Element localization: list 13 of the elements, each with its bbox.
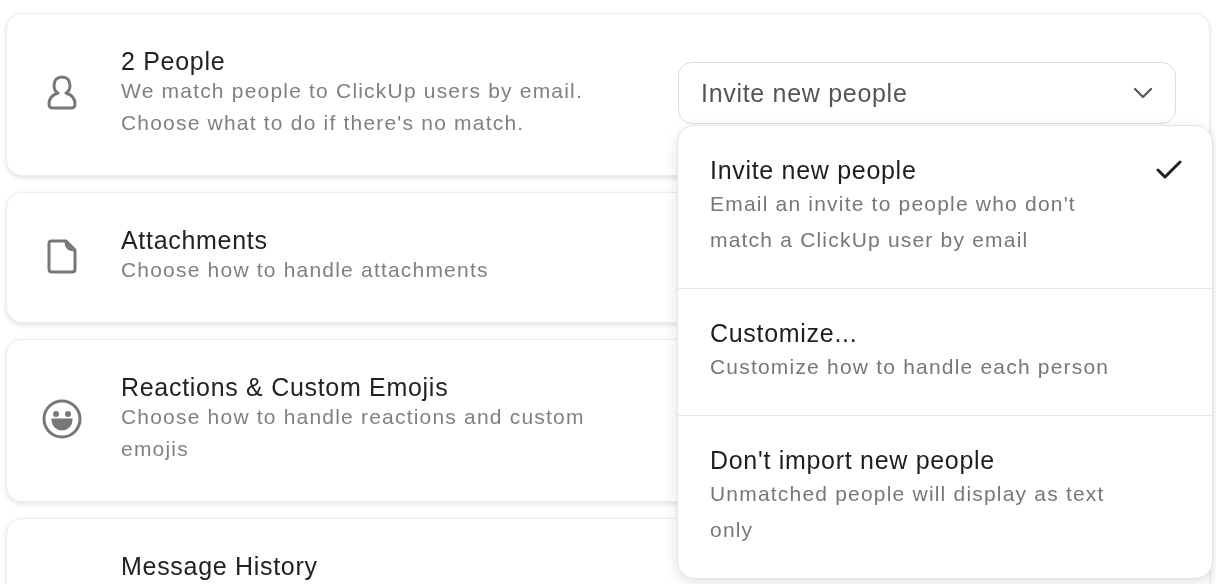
card-title: 2 People <box>121 47 226 75</box>
card-title: Attachments <box>121 226 268 254</box>
card-title: Reactions & Custom Emojis <box>121 373 449 401</box>
menu-option[interactable]: Customize... Customize how to handle each person <box>678 288 1212 415</box>
card-description: We match people to ClickUp users by email. Choose what to do if there's no match. <box>121 78 583 136</box>
card-description: Choose how to handle reactions and custom emojis <box>121 404 586 462</box>
select-dropdown[interactable]: Invite new people <box>678 62 1176 124</box>
checkmark-icon <box>1156 160 1182 180</box>
card-description: Choose how to handle attachments <box>121 257 489 283</box>
card-title: Message History <box>121 552 318 580</box>
chevron-icon <box>1133 87 1153 99</box>
smiley-icon <box>41 398 83 440</box>
menu-option[interactable]: Invite new people Email an invite to people who don't match a ClickUp user by email <box>678 126 1212 288</box>
